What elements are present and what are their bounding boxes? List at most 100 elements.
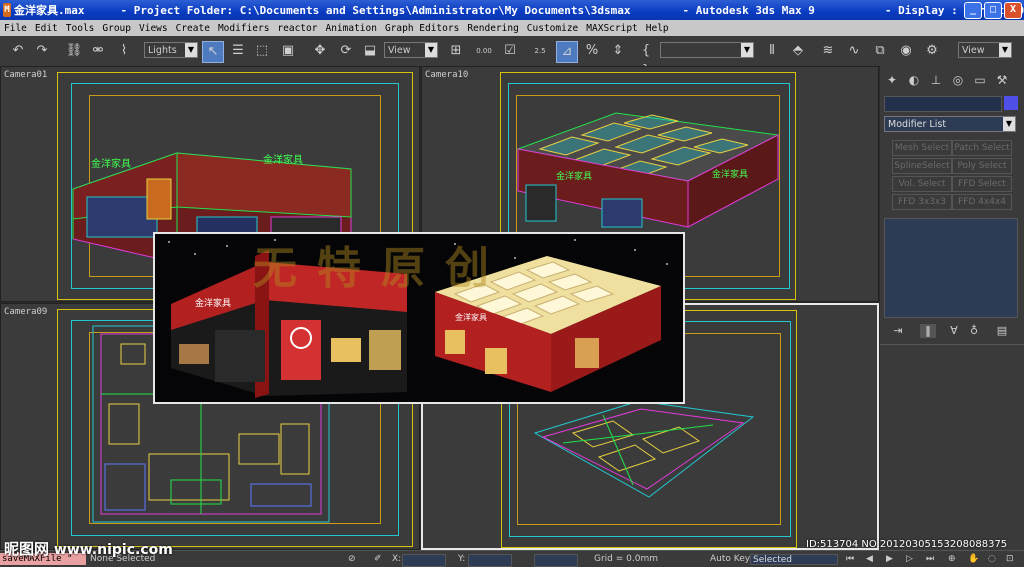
bind-space-warp-icon[interactable]: ⌇: [114, 41, 134, 61]
z-coordinate-field[interactable]: [534, 554, 578, 567]
redo-icon[interactable]: ↷: [32, 41, 52, 61]
schematic-view-icon[interactable]: ⧉: [870, 41, 890, 61]
menu-group[interactable]: Group: [98, 23, 135, 34]
object-name-field[interactable]: [884, 96, 1002, 112]
orbit-icon[interactable]: ◌: [988, 553, 996, 565]
select-by-name-icon[interactable]: ☰: [228, 41, 248, 61]
manipulate-icon[interactable]: ☑: [500, 41, 520, 61]
mesh-select-button[interactable]: Mesh Select: [892, 140, 952, 156]
menu-bar: File Edit Tools Group Views Create Modif…: [0, 20, 1024, 36]
key-mode-dropdown[interactable]: Selected: [750, 554, 838, 565]
show-end-result-icon[interactable]: ‖: [920, 324, 936, 338]
x-coordinate-field[interactable]: [402, 554, 446, 567]
named-selection-icon[interactable]: { }: [636, 41, 656, 78]
percent-snap-icon[interactable]: %: [582, 41, 602, 61]
select-link-icon[interactable]: ⛓: [64, 41, 84, 61]
select-object-icon[interactable]: ↖: [202, 41, 224, 63]
menu-rendering[interactable]: Rendering: [463, 23, 522, 34]
y-label: Y:: [458, 554, 466, 564]
spinner-snap-icon[interactable]: 0.00: [474, 41, 494, 61]
modifier-list-dropdown[interactable]: Modifier List ▼: [884, 116, 1016, 132]
motion-tab-icon[interactable]: ◎: [950, 72, 966, 88]
menu-reactor[interactable]: reactor: [273, 23, 321, 34]
maximize-button[interactable]: □: [984, 2, 1002, 19]
render-setup-icon[interactable]: ⚙: [922, 41, 942, 61]
zoom-icon[interactable]: ⊕: [948, 553, 956, 565]
patch-select-button[interactable]: Patch Select: [952, 140, 1012, 156]
menu-create[interactable]: Create: [172, 23, 214, 34]
window-crossing-icon[interactable]: ▣: [278, 41, 298, 61]
menu-tools[interactable]: Tools: [62, 23, 99, 34]
configure-modifier-sets-icon[interactable]: ▤: [994, 324, 1010, 338]
vol-select-button[interactable]: Vol. Select: [892, 176, 952, 192]
pan-icon[interactable]: ✋: [968, 553, 979, 565]
scale-icon[interactable]: ⬓: [360, 41, 380, 61]
menu-modifiers[interactable]: Modifiers: [214, 23, 273, 34]
next-frame-icon[interactable]: ▷: [906, 553, 913, 565]
site-watermark: 昵图网 www.nipic.com: [4, 538, 173, 559]
command-panel: ✦ ◐ ⊥ ◎ ▭ ⚒ Modifier List ▼ Mesh Select …: [880, 66, 1024, 550]
spline-select-button[interactable]: SplineSelect: [892, 158, 952, 174]
menu-animation[interactable]: Animation: [321, 23, 380, 34]
x-label: X:: [392, 554, 402, 564]
app-icon[interactable]: M: [3, 3, 12, 17]
pivot-icon[interactable]: ⊞: [446, 41, 466, 61]
go-to-end-icon[interactable]: ⏭: [926, 553, 934, 565]
spinner-snap-value: 0.00: [476, 47, 492, 55]
unlink-icon[interactable]: ⚮: [88, 41, 108, 61]
selection-region-icon[interactable]: ⬚: [252, 41, 272, 61]
poly-select-button[interactable]: Poly Select: [952, 158, 1012, 174]
undo-icon[interactable]: ↶: [8, 41, 28, 61]
play-icon[interactable]: ▶: [886, 553, 893, 565]
menu-help[interactable]: Help: [642, 23, 673, 34]
angle-snap-icon[interactable]: ⊿: [556, 41, 578, 63]
mirror-icon[interactable]: ⫴: [762, 41, 782, 61]
pin-stack-icon[interactable]: ⇥: [890, 324, 906, 338]
named-selection-dropdown[interactable]: ▼: [660, 42, 754, 58]
spinner-snap-toggle-icon[interactable]: ⇕: [608, 41, 628, 61]
ffd-4x4x4-button[interactable]: FFD 4x4x4: [952, 194, 1012, 210]
menu-graph-editors[interactable]: Graph Editors: [381, 23, 463, 34]
selection-filter-dropdown[interactable]: Lights ▼: [144, 42, 198, 58]
maximize-viewport-icon[interactable]: ⊡: [1006, 553, 1014, 565]
go-to-start-icon[interactable]: ⏮: [846, 553, 854, 565]
menu-file[interactable]: File: [0, 23, 31, 34]
snaps-toggle-icon[interactable]: 2.5: [530, 41, 550, 61]
object-color-swatch[interactable]: [1004, 96, 1018, 110]
curve-editor-icon[interactable]: ∿: [844, 41, 864, 61]
ffd-3x3x3-button[interactable]: FFD 3x3x3: [892, 194, 952, 210]
utilities-tab-icon[interactable]: ⚒: [994, 72, 1010, 88]
menu-edit[interactable]: Edit: [31, 23, 62, 34]
align-icon[interactable]: ⬘: [788, 41, 808, 61]
remove-modifier-icon[interactable]: ♁: [966, 324, 982, 338]
file-name: 金洋家具.max: [14, 4, 85, 17]
minimize-button[interactable]: _: [964, 2, 982, 19]
modifier-stack[interactable]: [884, 218, 1018, 318]
menu-views[interactable]: Views: [135, 23, 172, 34]
make-unique-icon[interactable]: ∀: [946, 324, 962, 338]
reference-coord-value: View: [388, 45, 411, 56]
previous-frame-icon[interactable]: ◀: [866, 553, 873, 565]
material-editor-icon[interactable]: ◉: [896, 41, 916, 61]
menu-customize[interactable]: Customize: [523, 23, 582, 34]
render-view-dropdown[interactable]: View ▼: [958, 42, 1012, 58]
lock-selection-icon[interactable]: ⊘: [348, 553, 356, 565]
auto-key-button[interactable]: Auto Key: [710, 553, 750, 565]
render-preview-overlay: 金洋家具 金洋家具 无特原创: [153, 232, 685, 404]
angle-snap-value: 2.5: [534, 47, 546, 55]
create-tab-icon[interactable]: ✦: [884, 72, 900, 88]
menu-maxscript[interactable]: MAXScript: [582, 23, 641, 34]
move-icon[interactable]: ✥: [310, 41, 330, 61]
svg-text:金洋家具: 金洋家具: [455, 312, 487, 322]
reference-coord-dropdown[interactable]: View ▼: [384, 42, 438, 58]
display-tab-icon[interactable]: ▭: [972, 72, 988, 88]
hierarchy-tab-icon[interactable]: ⊥: [928, 72, 944, 88]
chevron-down-icon: ▼: [425, 43, 437, 57]
absolute-mode-icon[interactable]: ✐: [374, 553, 382, 565]
rotate-icon[interactable]: ⟳: [336, 41, 356, 61]
layer-manager-icon[interactable]: ≋: [818, 41, 838, 61]
ffd-select-button[interactable]: FFD Select: [952, 176, 1012, 192]
modify-tab-icon[interactable]: ◐: [906, 72, 922, 88]
close-button[interactable]: X: [1004, 2, 1022, 19]
y-coordinate-field[interactable]: [468, 554, 512, 567]
